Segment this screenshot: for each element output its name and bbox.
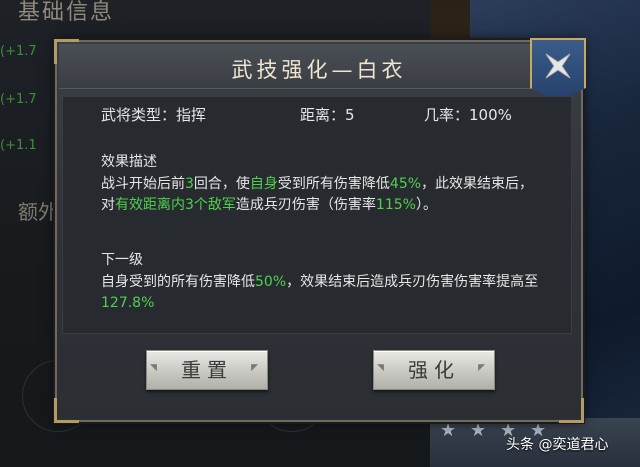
dialog-corner-ornament — [559, 398, 584, 423]
range-label: 距离： — [300, 106, 346, 124]
next-level-text: 自身受到的所有伤害降低50%，效果结束后造成兵刃伤害伤害率提高至127.8% — [101, 274, 539, 311]
background-title: 基础信息 — [18, 0, 115, 25]
enhance-button-label: 强化 — [408, 358, 460, 382]
general-type-value: 指挥 — [176, 106, 207, 124]
reset-button-label: 重置 — [181, 358, 233, 382]
watermark: 头条 @奕道君心 — [506, 437, 609, 453]
chance-stat: 几率：100% — [424, 104, 512, 125]
dialog-title: 武技强化—白衣 — [231, 58, 407, 82]
general-type-label: 武将类型： — [101, 106, 177, 124]
button-ornament-icon: ◥ — [150, 363, 163, 373]
background-stat-line: (+1.1 — [0, 138, 37, 153]
range-stat: 距离：5 — [300, 104, 355, 125]
background-stat-line: (+1.7 — [0, 44, 37, 59]
background-stat-line: (+1.7 — [0, 92, 37, 107]
range-value: 5 — [345, 106, 355, 124]
close-x-icon — [545, 53, 571, 79]
next-level-label: 下一级 — [101, 252, 143, 268]
reset-button[interactable]: 重置 ◥ ◤ — [146, 350, 268, 390]
enhance-button[interactable]: 强化 ◥ ◤ — [373, 350, 495, 390]
chance-label: 几率： — [424, 106, 470, 124]
button-ornament-icon: ◤ — [478, 363, 491, 373]
star-icon: ★ — [440, 420, 457, 441]
button-ornament-icon: ◤ — [251, 363, 264, 373]
general-type-stat: 武将类型：指挥 — [101, 104, 206, 125]
dialog-title-bar: 武技强化—白衣 — [59, 44, 579, 89]
effect-description-label: 效果描述 — [101, 154, 157, 170]
background-extra-label: 额外 — [18, 200, 58, 224]
effect-description-text: 战斗开始后前3回合，使自身受到所有伤害降低45%，此效果结束后，对有效距离内3个… — [101, 176, 534, 213]
button-ornament-icon: ◥ — [377, 363, 390, 373]
dialog-corner-ornament — [54, 398, 79, 423]
chance-value: 100% — [469, 106, 512, 124]
star-icon: ★ — [470, 420, 487, 441]
